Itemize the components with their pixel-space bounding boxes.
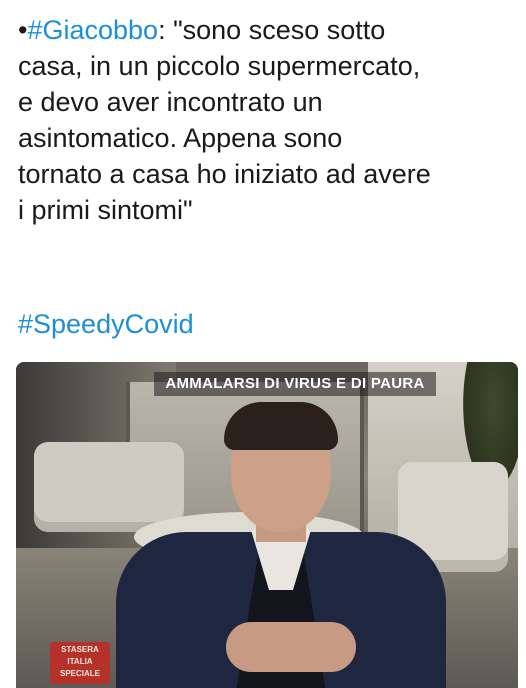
tweet-line-1-rest: : "sono sceso sotto <box>158 15 386 45</box>
tv-banner: AMMALARSI DI VIRUS E DI PAURA <box>154 372 436 396</box>
hashtag-speedycovid[interactable]: #SpeedyCovid <box>18 306 194 342</box>
channel-logo: STASERA ITALIA SPECIALE <box>50 642 110 684</box>
tweet-line-4: asintomatico. Appena sono <box>18 123 343 153</box>
logo-line-2: ITALIA <box>67 657 93 666</box>
tweet-line-1: •#Giacobbo: "sono sceso sotto <box>18 12 518 48</box>
tweet-line-6: i primi sintomi" <box>18 195 193 225</box>
tv-screenshot-image[interactable]: AMMALARSI DI VIRUS E DI PAURA STASERA IT… <box>16 362 518 688</box>
hashtag-giacobbo[interactable]: #Giacobbo <box>27 15 158 45</box>
tweet-line-3: e devo aver incontrato un <box>18 87 323 117</box>
logo-line-3: SPECIALE <box>59 669 100 678</box>
clasped-hands <box>226 622 356 672</box>
hair <box>224 402 338 450</box>
man-speaking <box>116 402 446 688</box>
logo-line-1: STASERA <box>61 645 99 654</box>
tweet-text: •#Giacobbo: "sono sceso sotto casa, in u… <box>18 12 518 228</box>
tweet-line-2: casa, in un piccolo supermercato, <box>18 51 421 81</box>
tweet-line-5: tornato a casa ho iniziato ad avere <box>18 159 431 189</box>
